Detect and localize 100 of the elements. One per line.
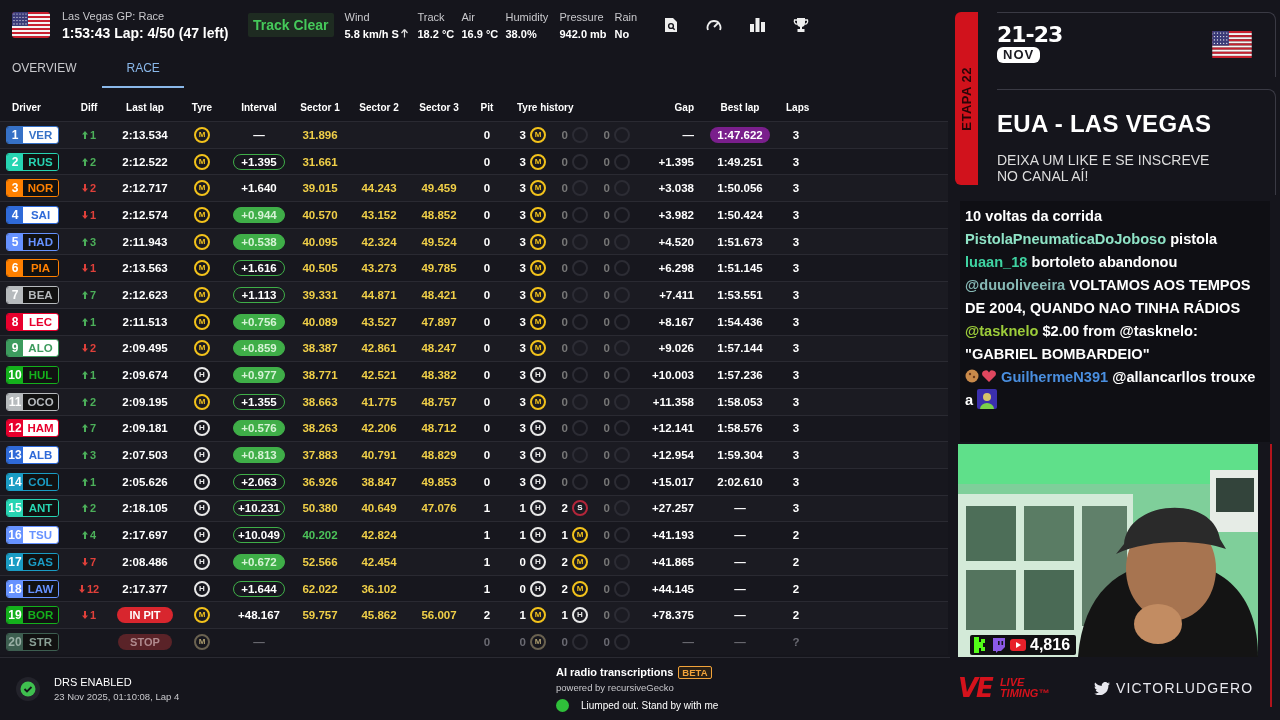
stint-laps: 0 [561, 288, 568, 301]
stint-laps: 0 [519, 582, 526, 595]
lap-count: 3 [791, 208, 801, 221]
sector-time: 36.102 [360, 582, 398, 595]
interval: +0.672 [233, 553, 285, 570]
stint-laps: 0 [603, 315, 610, 328]
best-lap: — [734, 501, 746, 517]
column-header: Sector 3 [418, 102, 460, 113]
weather-value: 18.2 °C [417, 27, 456, 40]
tab[interactable]: RACE [102, 50, 184, 88]
pit-status-badge: STOP [118, 633, 172, 650]
stint-laps: 0 [603, 635, 610, 648]
driver-code: HAM [23, 420, 58, 437]
weather-label: Air [461, 10, 476, 23]
lap-time: 2:17.377 [121, 582, 169, 595]
document-search-icon[interactable] [663, 17, 678, 33]
gap: +7.411 [658, 288, 694, 301]
interval: +48.167 [238, 608, 280, 624]
sector-time: 56.007 [420, 609, 458, 622]
driver-code: TSU [23, 527, 58, 544]
stint-laps: 0 [603, 262, 610, 275]
tyre-badge: H [572, 607, 588, 624]
tyre-badge: M [194, 633, 210, 650]
gap: +11.358 [651, 395, 694, 408]
stint-laps: 0 [561, 369, 568, 382]
lap-count: 3 [791, 475, 801, 488]
lap-count: 2 [791, 555, 801, 568]
event-dates: 21-23 [997, 25, 1063, 45]
chat-message: 10 voltas da corrida [965, 207, 1104, 227]
sector-time: 41.775 [360, 395, 398, 408]
lap-count: 2 [791, 609, 801, 622]
driver-code: RUS [23, 153, 58, 170]
gauge-icon[interactable] [705, 18, 722, 32]
tyre-badge: M [530, 233, 546, 250]
sector-time: 45.862 [360, 609, 398, 622]
position-change: 1 [89, 128, 97, 141]
tyre-badge: H [194, 367, 210, 384]
sector-time: 40.202 [301, 529, 339, 542]
bar-chart-icon[interactable] [749, 18, 765, 32]
tyre-badge: H [194, 447, 210, 464]
gap: +9.026 [657, 342, 694, 355]
driver-code: ANT [23, 500, 58, 517]
sector-time: 47.076 [420, 502, 458, 515]
sector-time: 38.771 [301, 369, 339, 382]
stint-laps: 1 [519, 609, 526, 622]
tyre-badge: H [194, 527, 210, 544]
stint-laps: 3 [519, 369, 526, 382]
logo-icon [974, 636, 988, 653]
tyre-badge: M [530, 153, 546, 170]
sector-time: 36.926 [301, 475, 339, 488]
gap: — [681, 128, 694, 141]
weather-value: 16.9 °C [461, 27, 500, 40]
best-lap: 1:58.053 [717, 394, 763, 410]
pit-count: 1 [482, 582, 492, 595]
stint-laps: 0 [603, 502, 610, 515]
pit-count: 0 [482, 449, 492, 462]
radio-credit: powered by recursiveGecko [556, 681, 675, 693]
driver-code: GAS [23, 553, 58, 570]
lap-time: 2:09.495 [121, 342, 169, 355]
tab[interactable]: OVERVIEW [0, 50, 89, 88]
driver-code: COL [23, 473, 58, 490]
best-lap: — [734, 634, 746, 650]
position-change: 2 [89, 395, 97, 408]
stint-laps: 0 [603, 369, 610, 382]
tyre-badge: M [194, 260, 210, 277]
sector-time: 31.896 [301, 128, 339, 141]
position-number: 5 [7, 233, 23, 250]
position-change: 1 [89, 208, 97, 221]
pit-count: 0 [482, 128, 492, 141]
sector-time: 38.387 [301, 342, 339, 355]
lap-time: 2:09.181 [121, 422, 169, 435]
driver-code: LAW [23, 580, 58, 597]
trophy-icon[interactable] [792, 17, 809, 33]
tyre-badge: M [530, 633, 546, 650]
stint-laps: 0 [519, 635, 526, 648]
stint-laps: 0 [561, 182, 568, 195]
best-lap: 2:02.610 [717, 474, 763, 490]
sector-time: 39.015 [301, 182, 339, 195]
tyre-badge: M [530, 313, 546, 330]
tyre-badge: M [530, 340, 546, 357]
weather-label: Wind [344, 10, 371, 23]
gap: +78.375 [651, 609, 694, 622]
sector-time: 49.459 [420, 182, 458, 195]
lap-count: 3 [791, 235, 801, 248]
driver-code: SAI [23, 206, 58, 223]
check-icon [16, 676, 40, 701]
event-title: Las Vegas GP: Race [62, 9, 166, 22]
bird-icon [1093, 681, 1110, 695]
stint-laps: 0 [603, 342, 610, 355]
tyre-badge: H [530, 367, 546, 384]
stint-laps: 3 [519, 342, 526, 355]
sector-time: 40.089 [301, 315, 339, 328]
stint-laps: 0 [561, 475, 568, 488]
lap-time: 2:05.626 [121, 475, 169, 488]
weather-label: Humidity [505, 10, 550, 23]
lap-count: 3 [791, 182, 801, 195]
sector-time: 44.871 [360, 288, 398, 301]
sector-time: 52.566 [301, 555, 339, 568]
tyre-badge: M [194, 233, 210, 250]
stint-laps: 1 [519, 529, 526, 542]
